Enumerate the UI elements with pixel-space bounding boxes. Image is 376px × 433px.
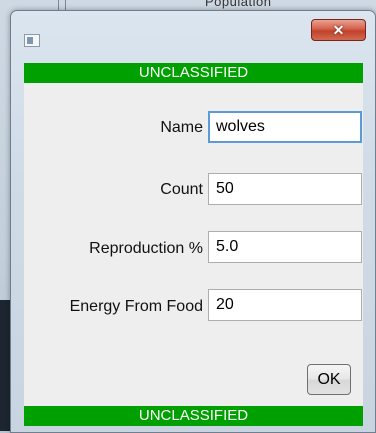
close-button[interactable]: ✕ (311, 19, 366, 41)
energy-from-food-label: Energy From Food (69, 298, 203, 315)
title-bar[interactable]: ✕ (11, 11, 375, 61)
app-window-icon (24, 34, 40, 47)
background-population-label: Population (205, 0, 272, 9)
reproduction-input[interactable] (208, 231, 362, 263)
name-label: Name (160, 119, 203, 136)
reproduction-label: Reproduction % (89, 240, 203, 257)
dialog-content: UNCLASSIFIED Name Count Reproduction % E… (24, 63, 363, 426)
close-icon: ✕ (332, 22, 345, 38)
ok-button[interactable]: OK (307, 364, 351, 395)
name-input[interactable] (208, 111, 362, 143)
classification-banner-bottom: UNCLASSIFIED (24, 406, 363, 426)
classification-banner-top: UNCLASSIFIED (24, 63, 363, 83)
count-input[interactable] (208, 173, 362, 205)
dialog-window: ✕ UNCLASSIFIED Name Count Reproduction %… (10, 10, 376, 433)
count-label: Count (160, 181, 203, 198)
energy-from-food-input[interactable] (208, 289, 362, 321)
